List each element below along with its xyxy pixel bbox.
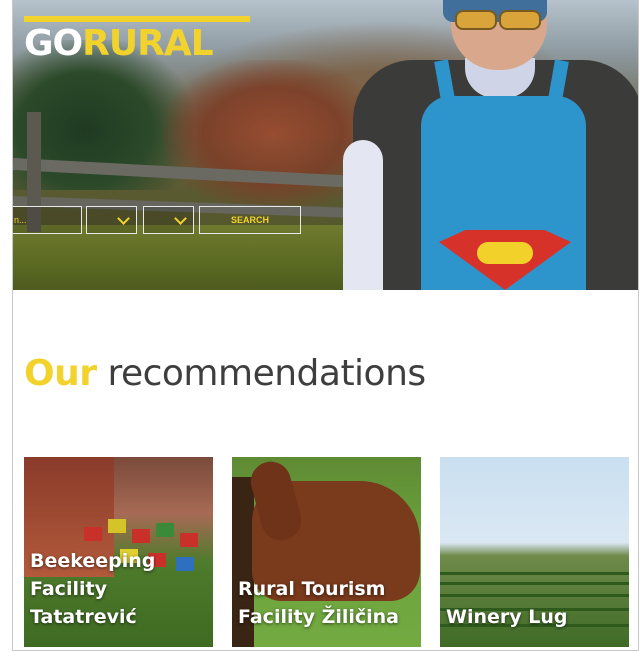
card-title: Rural Tourism Facility Žiličina	[238, 578, 400, 628]
search-button[interactable]: SEARCH	[199, 206, 301, 234]
beehive	[180, 533, 198, 547]
recommendation-card-beekeeping[interactable]: Beekeeping Facility Tatatrević	[24, 457, 213, 647]
beehive	[156, 523, 174, 537]
vineyard-row	[440, 582, 629, 585]
beehive	[132, 529, 150, 543]
superman-logo	[439, 230, 571, 290]
card-title: Winery Lug	[446, 606, 568, 628]
brand-accent-bar	[24, 16, 250, 22]
filter-select-2[interactable]	[143, 206, 194, 234]
vineyard-row	[440, 594, 629, 597]
page: GORURAL n... SEARCH Our recommendations	[12, 0, 639, 651]
beehive	[84, 527, 102, 541]
recommendation-card-rural-tourism[interactable]: Rural Tourism Facility Žiličina	[232, 457, 421, 647]
person-arm	[343, 140, 383, 290]
search-input[interactable]: n...	[13, 206, 82, 234]
beehive	[176, 557, 194, 571]
card-title: Beekeeping Facility Tatatrević	[30, 550, 156, 628]
section-title-highlight: Our	[24, 353, 97, 394]
chevron-down-icon	[174, 212, 187, 225]
person-glasses	[455, 10, 543, 30]
hero-banner: GORURAL n... SEARCH	[13, 0, 638, 290]
recommendation-card-winery[interactable]: Winery Lug	[440, 457, 629, 647]
glasses-lens	[499, 10, 541, 30]
logo-s	[477, 242, 533, 264]
search-input-value: n...	[14, 215, 27, 225]
logo-rural: RURAL	[82, 23, 213, 64]
vineyard-row	[440, 572, 629, 575]
logo-go: GO	[24, 23, 83, 64]
hero-person-image	[343, 0, 638, 290]
section-title-rest: recommendations	[107, 353, 426, 394]
filter-select-1[interactable]	[86, 206, 137, 234]
glasses-lens	[455, 10, 497, 30]
section-title: Our recommendations	[24, 356, 426, 392]
chevron-down-icon	[117, 212, 130, 225]
beehive	[108, 519, 126, 533]
site-logo[interactable]: GORURAL	[24, 23, 214, 64]
